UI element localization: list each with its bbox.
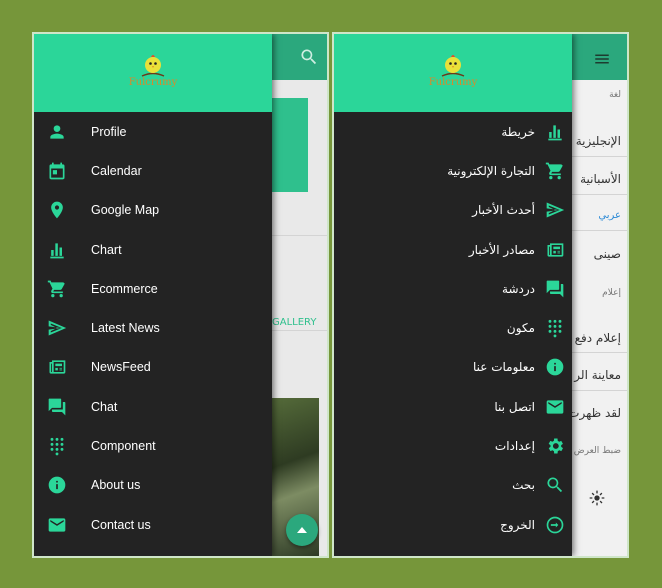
menu-item-profile[interactable]: Profile xyxy=(34,112,272,151)
menu-item-about-us[interactable]: معلومات عنا xyxy=(334,348,572,387)
search-icon xyxy=(544,474,566,496)
phone-left: GALLERY Fulcrumy Profile Calendar Google… xyxy=(32,32,329,558)
display-header: ضبط العرض xyxy=(573,446,621,456)
menu-item-label: أحدث الأخبار xyxy=(472,203,535,218)
menu-item-chat[interactable]: Chat xyxy=(34,387,272,426)
menu-item-label: خريطة xyxy=(501,124,535,139)
menu-item-label: Calendar xyxy=(91,163,142,178)
drawer-menu: خريطة التجارة الإلكترونية أحدث الأخبار م… xyxy=(334,112,572,544)
menu-item-label: الخروج xyxy=(500,517,535,532)
language-option[interactable]: صينى xyxy=(594,247,621,261)
drawer-menu: Profile Calendar Google Map Chart Ecomme… xyxy=(34,112,272,544)
newspaper-icon xyxy=(46,356,68,378)
chart-icon xyxy=(46,239,68,261)
menu-item-contact-us[interactable]: اتصل بنا xyxy=(334,387,572,426)
grid-icon xyxy=(544,317,566,339)
menu-item-label: Profile xyxy=(91,124,127,139)
logo: Fulcrumy xyxy=(34,52,272,88)
gear-icon xyxy=(544,435,566,457)
menu-item-newsfeed[interactable]: NewsFeed xyxy=(34,348,272,387)
menu-item-chat[interactable]: دردشة xyxy=(334,269,572,308)
menu-item-ecommerce[interactable]: Ecommerce xyxy=(34,269,272,308)
send-icon xyxy=(46,317,68,339)
content-card xyxy=(270,98,308,192)
menu-item-about-us[interactable]: About us xyxy=(34,466,272,505)
menu-item-label: Google Map xyxy=(91,203,160,218)
info-icon xyxy=(46,474,68,496)
menu-item-latest-news[interactable]: Latest News xyxy=(34,308,272,347)
menu-item-label: مصادر الأخبار xyxy=(468,242,535,257)
arrow-up-icon xyxy=(297,527,307,533)
notify-option[interactable]: معاينة الر xyxy=(574,368,621,382)
hamburger-menu-icon[interactable] xyxy=(593,50,611,72)
notify-header: إعلام xyxy=(602,288,621,298)
menu-item-label: Latest News xyxy=(91,321,160,336)
menu-item-chart[interactable]: Chart xyxy=(34,230,272,269)
menu-item-label: About us xyxy=(91,478,141,493)
bird-logo-icon xyxy=(140,52,166,78)
menu-item-contact-us[interactable]: Contact us xyxy=(34,505,272,544)
search-icon[interactable] xyxy=(299,47,319,71)
menu-item-settings[interactable]: إعدادات xyxy=(334,426,572,465)
language-option[interactable]: الأسبانية xyxy=(580,172,621,186)
menu-item-label: إعدادات xyxy=(494,439,535,454)
mail-icon xyxy=(46,514,68,536)
menu-item-label: Component xyxy=(91,439,156,454)
cart-icon xyxy=(544,160,566,182)
newspaper-icon xyxy=(544,239,566,261)
menu-item-google-map[interactable]: Google Map xyxy=(34,191,272,230)
menu-item-chart[interactable]: خريطة xyxy=(334,112,572,151)
brightness-icon[interactable] xyxy=(589,490,605,510)
logout-icon xyxy=(544,514,566,536)
menu-item-component[interactable]: Component xyxy=(34,426,272,465)
person-icon xyxy=(46,121,68,143)
menu-item-label: اتصل بنا xyxy=(494,399,535,414)
drawer-header: Fulcrumy xyxy=(334,34,572,112)
logo-text: Fulcrumy xyxy=(128,77,178,88)
send-icon xyxy=(544,199,566,221)
scroll-up-button[interactable] xyxy=(286,514,318,546)
menu-item-label: Contact us xyxy=(91,517,151,532)
menu-item-logout[interactable]: الخروج xyxy=(334,505,572,544)
language-option[interactable]: الإنجليزية xyxy=(576,134,621,148)
menu-item-label: مكون xyxy=(506,321,535,336)
menu-item-latest-news[interactable]: أحدث الأخبار xyxy=(334,191,572,230)
menu-item-label: Chat xyxy=(91,399,118,414)
logo: Fulcrumy xyxy=(334,52,572,88)
menu-item-label: Chart xyxy=(91,242,122,257)
map-pin-icon xyxy=(46,199,68,221)
nav-drawer: Fulcrumy خريطة التجارة الإلكترونية أحدث … xyxy=(334,34,572,556)
notify-option[interactable]: لقد ظهرت xyxy=(568,406,621,420)
grid-icon xyxy=(46,435,68,457)
menu-item-ecommerce[interactable]: التجارة الإلكترونية xyxy=(334,151,572,190)
gallery-tab[interactable]: GALLERY xyxy=(272,317,316,328)
nav-drawer: Fulcrumy Profile Calendar Google Map Cha… xyxy=(34,34,272,556)
drawer-header: Fulcrumy xyxy=(34,34,272,112)
menu-item-label: معلومات عنا xyxy=(472,360,535,375)
menu-item-label: دردشة xyxy=(502,281,535,296)
notify-option[interactable]: إعلام دفع xyxy=(575,331,621,345)
bird-logo-icon xyxy=(440,52,466,78)
chat-icon xyxy=(46,396,68,418)
menu-item-label: Ecommerce xyxy=(91,281,158,296)
language-header: لغة xyxy=(609,90,621,100)
menu-item-label: التجارة الإلكترونية xyxy=(447,163,535,178)
mail-icon xyxy=(544,396,566,418)
menu-item-calendar[interactable]: Calendar xyxy=(34,151,272,190)
calendar-icon xyxy=(46,160,68,182)
menu-item-newsfeed[interactable]: مصادر الأخبار xyxy=(334,230,572,269)
cart-icon xyxy=(46,278,68,300)
menu-item-label: بحث xyxy=(512,478,535,493)
language-option-selected[interactable]: عربي xyxy=(598,210,621,221)
info-icon xyxy=(544,356,566,378)
menu-item-component[interactable]: مكون xyxy=(334,308,572,347)
phone-right: لغة الإنجليزية الأسبانية عربي صينى إعلام… xyxy=(332,32,629,558)
chat-icon xyxy=(544,278,566,300)
menu-item-search[interactable]: بحث xyxy=(334,466,572,505)
chart-icon xyxy=(544,121,566,143)
menu-item-label: NewsFeed xyxy=(91,360,151,375)
logo-text: Fulcrumy xyxy=(428,77,478,88)
